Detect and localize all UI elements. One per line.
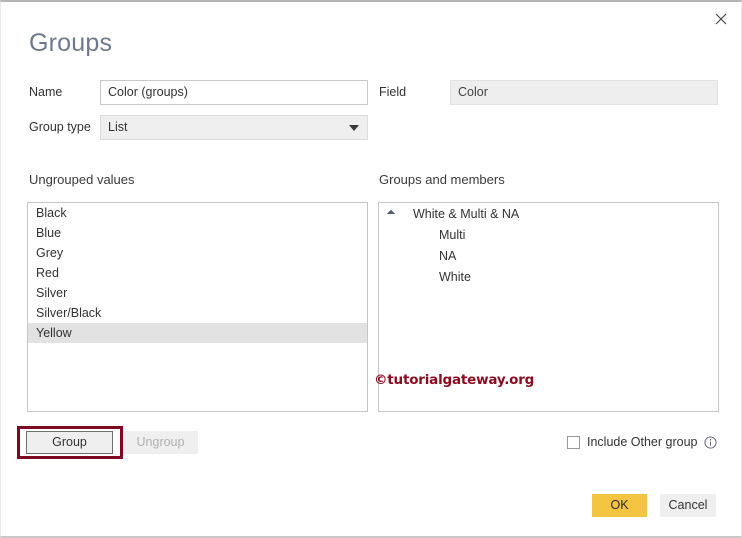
include-other-group-label: Include Other group <box>587 435 698 449</box>
list-item[interactable]: Silver/Black <box>28 303 367 323</box>
cancel-button[interactable]: Cancel <box>660 494 716 517</box>
group-type-value: List <box>108 120 128 134</box>
tree-member-item[interactable]: Multi <box>379 225 718 246</box>
include-other-group-checkbox[interactable] <box>567 435 580 449</box>
page-title: Groups <box>29 29 113 57</box>
name-input[interactable]: Color (groups) <box>100 80 368 105</box>
groups-and-members-tree[interactable]: White & Multi & NA Multi NA White <box>378 202 719 412</box>
ungrouped-values-list[interactable]: Black Blue Grey Red Silver Silver/Black Yellow <box>27 202 368 412</box>
info-icon[interactable] <box>703 435 717 449</box>
tree-group-node[interactable]: White & Multi & NA <box>379 203 718 225</box>
group-type-label: Group type <box>29 120 91 134</box>
group-button[interactable]: Group <box>26 431 113 454</box>
triangle-expanded-icon[interactable] <box>386 209 396 219</box>
groups-dialog: Groups Name Color (groups) Field Color G… <box>0 0 742 538</box>
list-item[interactable]: Yellow <box>28 323 367 343</box>
name-label: Name <box>29 85 63 99</box>
group-type-select[interactable]: List <box>100 115 368 140</box>
tree-member-item[interactable]: White <box>379 267 718 288</box>
include-other-group-row[interactable]: Include Other group <box>567 435 717 449</box>
close-icon[interactable] <box>707 6 735 32</box>
list-item[interactable]: Black <box>28 203 367 223</box>
chevron-down-icon <box>349 125 359 131</box>
ok-button[interactable]: OK <box>592 494 647 517</box>
tree-member-item[interactable]: NA <box>379 246 718 267</box>
ungroup-button[interactable]: Ungroup <box>123 431 198 454</box>
list-item[interactable]: Silver <box>28 283 367 303</box>
list-item[interactable]: Grey <box>28 243 367 263</box>
groups-and-members-heading: Groups and members <box>379 172 505 187</box>
ungrouped-values-heading: Ungrouped values <box>29 172 135 187</box>
field-value: Color <box>450 80 718 105</box>
tree-group-label: White & Multi & NA <box>413 207 520 221</box>
field-label: Field <box>379 85 407 99</box>
list-item[interactable]: Red <box>28 263 367 283</box>
list-item[interactable]: Blue <box>28 223 367 243</box>
